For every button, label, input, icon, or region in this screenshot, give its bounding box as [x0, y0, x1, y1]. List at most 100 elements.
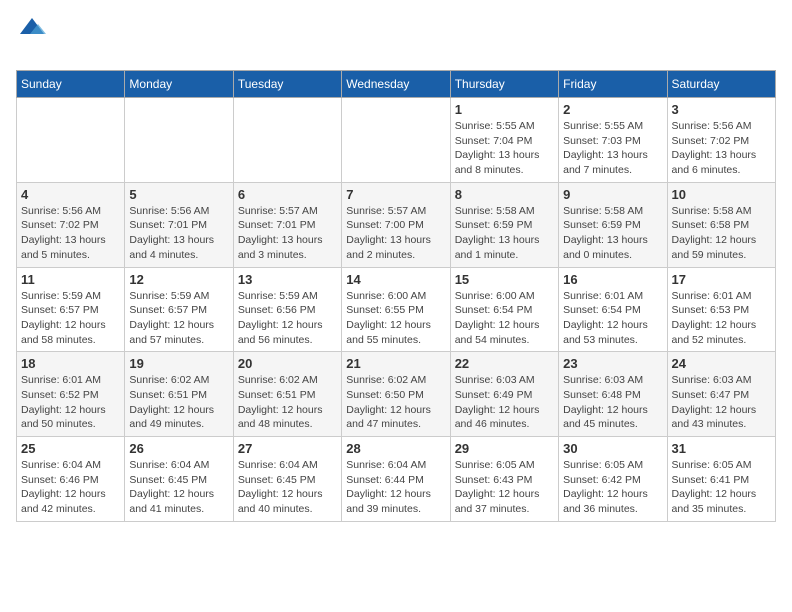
day-number: 23 [563, 356, 662, 371]
day-info: Sunrise: 6:04 AMSunset: 6:45 PMDaylight:… [129, 458, 228, 517]
calendar-week-row: 11 Sunrise: 5:59 AMSunset: 6:57 PMDayligh… [17, 267, 776, 352]
calendar-day-cell: 1 Sunrise: 5:55 AMSunset: 7:04 PMDaylight… [450, 98, 558, 183]
day-info: Sunrise: 6:00 AMSunset: 6:54 PMDaylight:… [455, 289, 554, 348]
day-number: 27 [238, 441, 337, 456]
day-number: 24 [672, 356, 771, 371]
calendar-day-cell: 6Sunrise: 5:57 AMSunset: 7:01 PMDaylight… [233, 182, 341, 267]
day-number: 2 [563, 102, 662, 117]
day-header-sunday: Sunday [17, 71, 125, 98]
calendar-day-cell: 24Sunrise: 6:03 AMSunset: 6:47 PMDayligh… [667, 352, 775, 437]
calendar-day-cell: 16 Sunrise: 6:01 AMSunset: 6:54 PMDayligh… [559, 267, 667, 352]
calendar-day-cell: 3 Sunrise: 5:56 AMSunset: 7:02 PMDaylight… [667, 98, 775, 183]
logo [16, 16, 46, 60]
day-number: 31 [672, 441, 771, 456]
day-info: Sunrise: 5:55 AMSunset: 7:04 PMDaylight:… [455, 119, 554, 178]
day-info: Sunrise: 6:05 AMSunset: 6:42 PMDaylight:… [563, 458, 662, 517]
day-info: Sunrise: 6:01 AMSunset: 6:54 PMDaylight:… [563, 289, 662, 348]
day-number: 8 [455, 187, 554, 202]
day-info: Sunrise: 6:01 AMSunset: 6:52 PMDaylight:… [21, 373, 120, 432]
calendar-day-cell: 12 Sunrise: 5:59 AMSunset: 6:57 PMDayligh… [125, 267, 233, 352]
day-number: 13 [238, 272, 337, 287]
day-info: Sunrise: 6:02 AMSunset: 6:50 PMDaylight:… [346, 373, 445, 432]
day-header-tuesday: Tuesday [233, 71, 341, 98]
calendar-day-cell: 7 Sunrise: 5:57 AMSunset: 7:00 PMDaylight… [342, 182, 450, 267]
calendar-day-cell: 30 Sunrise: 6:05 AMSunset: 6:42 PMDayligh… [559, 437, 667, 522]
calendar-day-cell: 27 Sunrise: 6:04 AMSunset: 6:45 PMDayligh… [233, 437, 341, 522]
calendar-day-cell: 21Sunrise: 6:02 AMSunset: 6:50 PMDayligh… [342, 352, 450, 437]
day-number: 12 [129, 272, 228, 287]
calendar-day-cell: 10Sunrise: 5:58 AMSunset: 6:58 PMDayligh… [667, 182, 775, 267]
calendar-week-row: 25 Sunrise: 6:04 AMSunset: 6:46 PMDayligh… [17, 437, 776, 522]
calendar-day-cell: 31 Sunrise: 6:05 AMSunset: 6:41 PMDayligh… [667, 437, 775, 522]
calendar-day-cell: 22Sunrise: 6:03 AMSunset: 6:49 PMDayligh… [450, 352, 558, 437]
day-number: 28 [346, 441, 445, 456]
day-number: 1 [455, 102, 554, 117]
day-number: 17 [672, 272, 771, 287]
calendar-day-cell: 17 Sunrise: 6:01 AMSunset: 6:53 PMDayligh… [667, 267, 775, 352]
day-info: Sunrise: 6:04 AMSunset: 6:44 PMDaylight:… [346, 458, 445, 517]
day-info: Sunrise: 5:59 AMSunset: 6:57 PMDaylight:… [129, 289, 228, 348]
day-info: Sunrise: 5:56 AMSunset: 7:02 PMDaylight:… [672, 119, 771, 178]
day-info: Sunrise: 6:03 AMSunset: 6:48 PMDaylight:… [563, 373, 662, 432]
calendar-day-cell [342, 98, 450, 183]
day-info: Sunrise: 6:00 AMSunset: 6:55 PMDaylight:… [346, 289, 445, 348]
page-header [16, 16, 776, 60]
calendar-day-cell: 25 Sunrise: 6:04 AMSunset: 6:46 PMDayligh… [17, 437, 125, 522]
day-number: 4 [21, 187, 120, 202]
calendar-day-cell: 2 Sunrise: 5:55 AMSunset: 7:03 PMDaylight… [559, 98, 667, 183]
day-header-monday: Monday [125, 71, 233, 98]
day-number: 25 [21, 441, 120, 456]
day-number: 18 [21, 356, 120, 371]
calendar-day-cell: 26 Sunrise: 6:04 AMSunset: 6:45 PMDayligh… [125, 437, 233, 522]
day-number: 3 [672, 102, 771, 117]
day-number: 11 [21, 272, 120, 287]
calendar-day-cell: 23 Sunrise: 6:03 AMSunset: 6:48 PMDayligh… [559, 352, 667, 437]
day-info: Sunrise: 6:04 AMSunset: 6:45 PMDaylight:… [238, 458, 337, 517]
day-number: 10 [672, 187, 771, 202]
calendar-day-cell: 5 Sunrise: 5:56 AMSunset: 7:01 PMDaylight… [125, 182, 233, 267]
day-number: 26 [129, 441, 228, 456]
calendar-day-cell: 18 Sunrise: 6:01 AMSunset: 6:52 PMDayligh… [17, 352, 125, 437]
day-number: 9 [563, 187, 662, 202]
day-info: Sunrise: 5:59 AMSunset: 6:57 PMDaylight:… [21, 289, 120, 348]
calendar-day-cell: 8 Sunrise: 5:58 AMSunset: 6:59 PMDaylight… [450, 182, 558, 267]
day-info: Sunrise: 6:04 AMSunset: 6:46 PMDaylight:… [21, 458, 120, 517]
day-info: Sunrise: 5:58 AMSunset: 6:59 PMDaylight:… [455, 204, 554, 263]
calendar-day-cell: 14Sunrise: 6:00 AMSunset: 6:55 PMDayligh… [342, 267, 450, 352]
calendar-week-row: 18 Sunrise: 6:01 AMSunset: 6:52 PMDayligh… [17, 352, 776, 437]
calendar-day-cell: 28 Sunrise: 6:04 AMSunset: 6:44 PMDayligh… [342, 437, 450, 522]
calendar-day-cell: 9Sunrise: 5:58 AMSunset: 6:59 PMDaylight… [559, 182, 667, 267]
day-number: 20 [238, 356, 337, 371]
calendar-header-row: SundayMondayTuesdayWednesdayThursdayFrid… [17, 71, 776, 98]
calendar-day-cell: 13 Sunrise: 5:59 AMSunset: 6:56 PMDayligh… [233, 267, 341, 352]
calendar-table: SundayMondayTuesdayWednesdayThursdayFrid… [16, 70, 776, 522]
calendar-week-row: 1 Sunrise: 5:55 AMSunset: 7:04 PMDaylight… [17, 98, 776, 183]
day-header-saturday: Saturday [667, 71, 775, 98]
day-number: 30 [563, 441, 662, 456]
calendar-day-cell: 4 Sunrise: 5:56 AMSunset: 7:02 PMDaylight… [17, 182, 125, 267]
day-info: Sunrise: 6:01 AMSunset: 6:53 PMDaylight:… [672, 289, 771, 348]
day-info: Sunrise: 5:57 AMSunset: 7:00 PMDaylight:… [346, 204, 445, 263]
calendar-day-cell: 11 Sunrise: 5:59 AMSunset: 6:57 PMDayligh… [17, 267, 125, 352]
calendar-day-cell: 29 Sunrise: 6:05 AMSunset: 6:43 PMDayligh… [450, 437, 558, 522]
day-number: 19 [129, 356, 228, 371]
day-info: Sunrise: 5:55 AMSunset: 7:03 PMDaylight:… [563, 119, 662, 178]
day-number: 7 [346, 187, 445, 202]
calendar-day-cell: 20Sunrise: 6:02 AMSunset: 6:51 PMDayligh… [233, 352, 341, 437]
day-info: Sunrise: 6:05 AMSunset: 6:43 PMDaylight:… [455, 458, 554, 517]
calendar-week-row: 4 Sunrise: 5:56 AMSunset: 7:02 PMDaylight… [17, 182, 776, 267]
day-info: Sunrise: 5:56 AMSunset: 7:02 PMDaylight:… [21, 204, 120, 263]
calendar-day-cell [233, 98, 341, 183]
day-info: Sunrise: 6:05 AMSunset: 6:41 PMDaylight:… [672, 458, 771, 517]
day-number: 22 [455, 356, 554, 371]
day-number: 5 [129, 187, 228, 202]
day-info: Sunrise: 5:56 AMSunset: 7:01 PMDaylight:… [129, 204, 228, 263]
day-number: 6 [238, 187, 337, 202]
day-number: 16 [563, 272, 662, 287]
day-header-friday: Friday [559, 71, 667, 98]
day-header-thursday: Thursday [450, 71, 558, 98]
day-number: 29 [455, 441, 554, 456]
day-number: 15 [455, 272, 554, 287]
calendar-day-cell [17, 98, 125, 183]
day-info: Sunrise: 5:59 AMSunset: 6:56 PMDaylight:… [238, 289, 337, 348]
